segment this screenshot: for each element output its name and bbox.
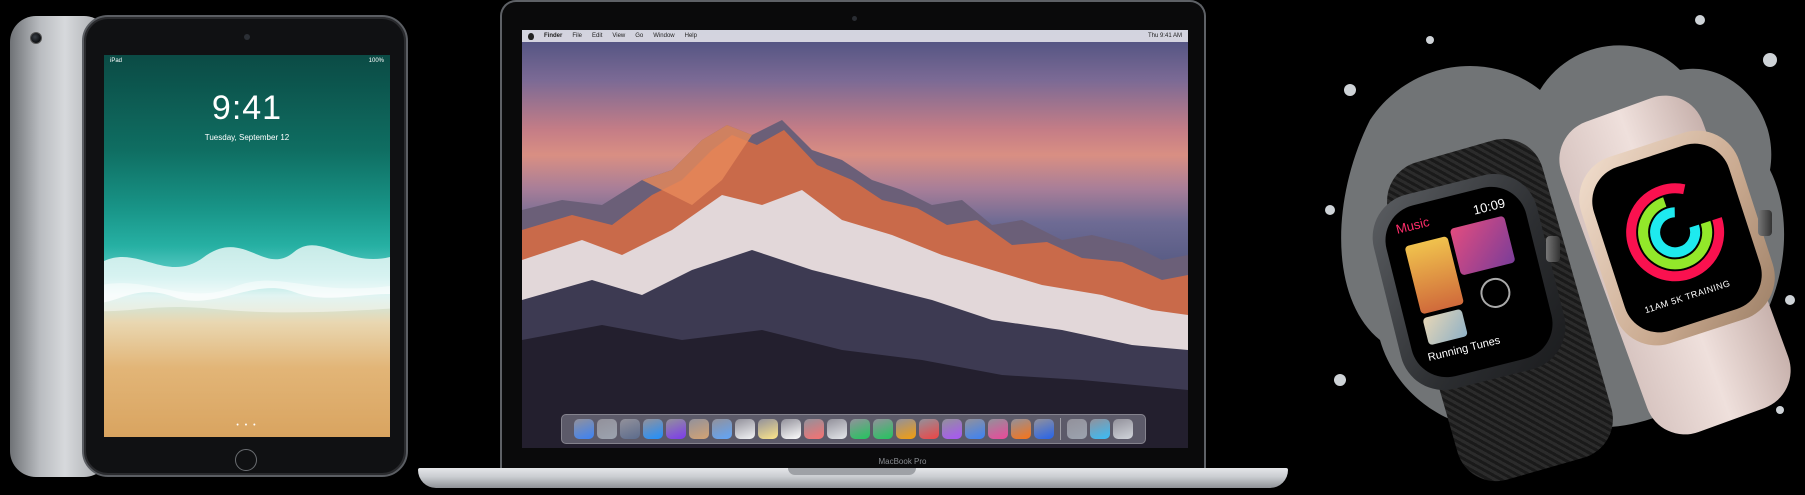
ipad-status-battery: 100%: [368, 58, 384, 64]
dock-app-icon[interactable]: [919, 419, 939, 439]
dock-app-icon[interactable]: [643, 419, 663, 439]
dock-app-icon[interactable]: [942, 419, 962, 439]
dock-app-icon[interactable]: [965, 419, 985, 439]
dock-app-icon[interactable]: [896, 419, 916, 439]
menu-app-name[interactable]: Finder: [544, 33, 562, 39]
menu-file[interactable]: File: [572, 33, 582, 39]
macbook-base: [418, 468, 1288, 488]
dock-app-icon[interactable]: [666, 419, 686, 439]
dock-app-icon[interactable]: [1067, 419, 1087, 439]
dock-app-icon[interactable]: [850, 419, 870, 439]
macbook-camera: [852, 16, 857, 21]
dock-separator: [1060, 418, 1061, 440]
dock-app-icon[interactable]: [1034, 419, 1054, 439]
dock-app-icon[interactable]: [689, 419, 709, 439]
menu-window[interactable]: Window: [653, 33, 674, 39]
dock-app-icon[interactable]: [597, 419, 617, 439]
menu-go[interactable]: Go: [635, 33, 643, 39]
ipad-wave-foam: [104, 245, 390, 313]
dock-app-icon[interactable]: [804, 419, 824, 439]
ipad-lock-time: 9:41: [211, 89, 283, 127]
ipad-screen: iPad 100% 9:41 Tuesday, September 12 • •…: [104, 55, 390, 437]
dock-app-icon[interactable]: [758, 419, 778, 439]
dock-app-icon[interactable]: [712, 419, 732, 439]
watch-time: 10:09: [1471, 195, 1507, 218]
menu-view[interactable]: View: [612, 33, 625, 39]
ipad-rear-camera: [30, 32, 42, 44]
sierra-wallpaper-mountains: [522, 120, 1188, 448]
apple-logo-icon[interactable]: [528, 32, 534, 40]
dock-app-icon[interactable]: [988, 419, 1008, 439]
watch-play-control[interactable]: [1477, 274, 1514, 312]
watch-gray-crown: [1546, 236, 1560, 262]
dock-app-icon[interactable]: [1113, 419, 1133, 439]
dock-app-icon[interactable]: [735, 419, 755, 439]
album-art-3[interactable]: [1422, 308, 1468, 346]
dock-app-icon[interactable]: [781, 419, 801, 439]
ipad-lock-date: Tuesday, September 12: [204, 133, 290, 142]
menu-edit[interactable]: Edit: [592, 33, 602, 39]
ipad-page-dots: • • •: [236, 422, 258, 429]
macbook-lid: Finder File Edit View Go Window Help Thu…: [500, 0, 1206, 468]
dock-app-icon[interactable]: [1011, 419, 1031, 439]
album-art-2[interactable]: [1449, 215, 1516, 276]
macbook-lid-notch: [788, 468, 916, 475]
macbook-screen: Finder File Edit View Go Window Help Thu…: [522, 30, 1188, 448]
mac-menu-bar: Finder File Edit View Go Window Help Thu…: [522, 30, 1188, 42]
dock-app-icon[interactable]: [1090, 419, 1110, 439]
ipad-front-camera: [244, 34, 250, 40]
ipad: iPad 100% 9:41 Tuesday, September 12 • •…: [82, 15, 408, 477]
mac-dock: [561, 414, 1146, 444]
watch-music-title: Music: [1394, 214, 1431, 237]
dock-app-icon[interactable]: [574, 419, 594, 439]
watch-music-face: Music 10:09 Running Tunes: [1377, 179, 1561, 385]
dock-app-icon[interactable]: [827, 419, 847, 439]
menu-help[interactable]: Help: [685, 33, 697, 39]
menu-clock[interactable]: Thu 9:41 AM: [1148, 33, 1182, 39]
dock-app-icon[interactable]: [620, 419, 640, 439]
dock-app-icon[interactable]: [873, 419, 893, 439]
ipad-status-carrier: iPad: [110, 58, 123, 64]
watch-gold-crown: [1758, 210, 1772, 236]
